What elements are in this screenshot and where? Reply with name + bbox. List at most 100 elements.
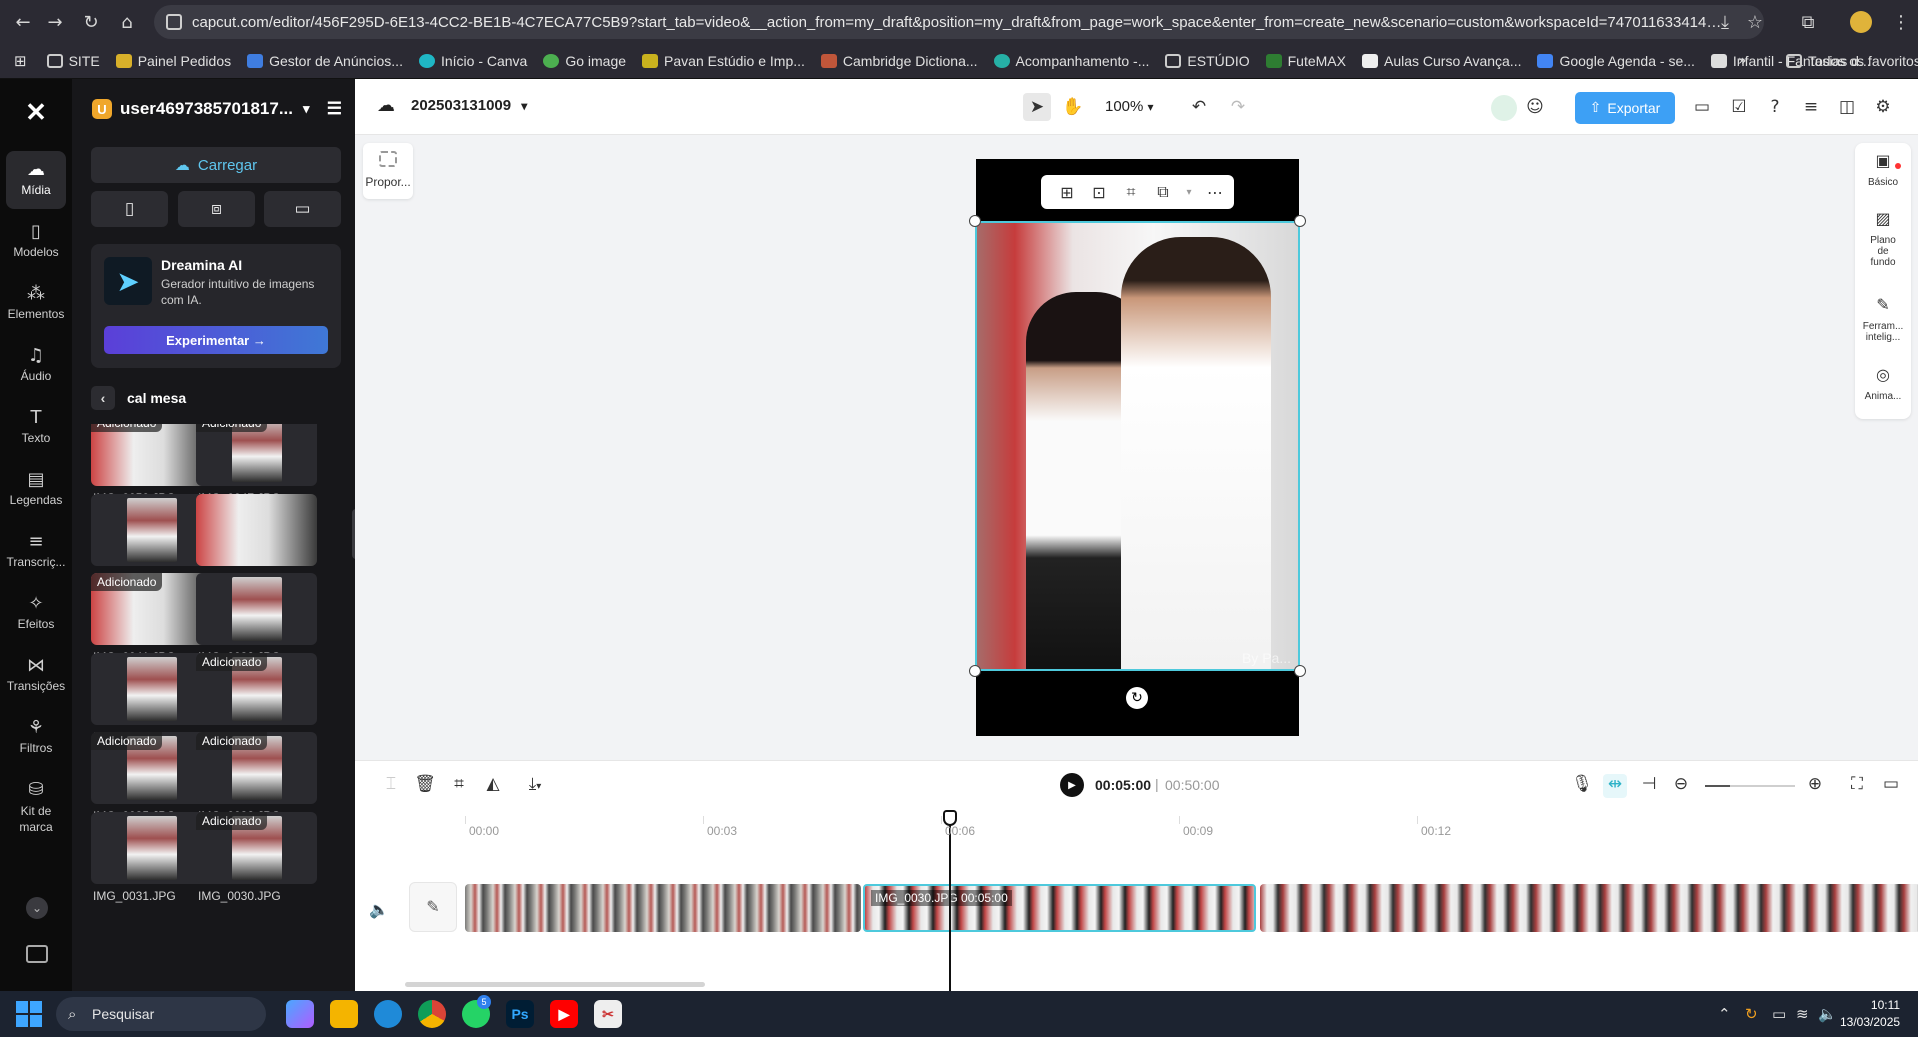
fit-frame-icon[interactable]: ⊡ bbox=[1083, 183, 1115, 202]
rotate-icon[interactable]: ↻ bbox=[1126, 687, 1148, 709]
edit-cover-icon[interactable]: ✎ bbox=[409, 882, 457, 932]
rail-item-elements[interactable]: ⁂ Elementos bbox=[6, 275, 66, 333]
taskbar-search[interactable]: ⌕ Pesquisar bbox=[56, 997, 266, 1031]
bookmark-item[interactable]: FuteMAX bbox=[1265, 53, 1346, 69]
crop-icon[interactable]: ⌗ bbox=[447, 774, 471, 798]
bookmark-item[interactable]: Painel Pedidos bbox=[115, 53, 231, 69]
home-icon[interactable]: ⌂ bbox=[112, 7, 142, 37]
video-preview[interactable]: By Pa... ⊞ ⊡ ⌗ ⧉ ▾ ⋯ ↻ bbox=[969, 159, 1306, 736]
media-thumbnail[interactable] bbox=[91, 493, 212, 566]
play-button[interactable]: ▶ bbox=[1060, 773, 1084, 797]
edge-icon[interactable] bbox=[374, 1000, 402, 1028]
media-thumbnail[interactable] bbox=[196, 493, 317, 566]
prop-background[interactable]: ▨ Plano de fundo bbox=[1855, 211, 1911, 269]
media-thumbnail[interactable]: Adicionado bbox=[91, 732, 212, 804]
media-thumbnail[interactable]: Adicionado bbox=[196, 732, 317, 804]
aspect-ratio-button[interactable]: Propor... bbox=[363, 143, 413, 199]
windows-start-icon[interactable] bbox=[16, 1001, 42, 1027]
bookmark-item[interactable]: SITE bbox=[46, 53, 100, 69]
bookmark-item[interactable]: Pavan Estúdio e Imp... bbox=[642, 53, 805, 69]
reload-icon[interactable]: ↻ bbox=[76, 7, 106, 37]
address-bar[interactable]: capcut.com/editor/456F295D-6E13-4CC2-BE1… bbox=[154, 5, 1764, 39]
capcut-logo[interactable]: ✕ bbox=[22, 97, 50, 127]
zoom-in-icon[interactable]: ⊕ bbox=[1803, 774, 1827, 798]
profile-avatar[interactable] bbox=[1850, 11, 1872, 33]
project-name[interactable]: 202503131009 ▾ bbox=[411, 97, 527, 114]
upload-button[interactable]: ☁ Carregar bbox=[91, 147, 341, 183]
bookmark-item[interactable]: Gestor de Anúncios... bbox=[247, 53, 403, 69]
bookmark-item[interactable]: ESTÚDIO bbox=[1165, 53, 1250, 69]
timeline-zoom-slider[interactable] bbox=[1705, 785, 1795, 787]
replace-image-icon[interactable]: ⊞ bbox=[1051, 183, 1083, 202]
photoshop-icon[interactable]: Ps bbox=[506, 1000, 534, 1028]
youtube-icon[interactable]: ▶ bbox=[550, 1000, 578, 1028]
keyboard-shortcuts-icon[interactable] bbox=[26, 945, 48, 963]
bookmark-item[interactable]: Acompanhamento -... bbox=[993, 53, 1149, 69]
selection-box[interactable] bbox=[975, 221, 1300, 671]
resize-handle[interactable] bbox=[969, 215, 981, 227]
split-scene-icon[interactable]: ⊣ bbox=[1637, 774, 1661, 798]
bookmark-item[interactable]: Go image bbox=[543, 53, 626, 69]
rail-item-captions[interactable]: ▤ Legendas bbox=[6, 461, 66, 519]
system-clock[interactable]: 10:11 13/03/2025 bbox=[1840, 997, 1900, 1031]
crop-icon[interactable]: ⌗ bbox=[1115, 182, 1147, 202]
resize-handle[interactable] bbox=[1294, 665, 1306, 677]
update-icon[interactable]: ↻ bbox=[1745, 1005, 1758, 1023]
checklist-icon[interactable]: ☑ bbox=[1727, 95, 1751, 119]
microphone-icon[interactable]: 🎙 bbox=[1570, 774, 1594, 798]
more-menu-icon[interactable]: ⋮ bbox=[1886, 7, 1916, 37]
media-thumbnail[interactable]: Adicionado bbox=[91, 424, 212, 486]
redo-icon[interactable]: ↷ bbox=[1226, 95, 1250, 119]
collaborator-avatar[interactable] bbox=[1491, 95, 1517, 121]
hand-tool-icon[interactable]: ✋ bbox=[1061, 95, 1085, 119]
rail-item-transcript[interactable]: ≡ Transcriç... bbox=[6, 523, 66, 581]
present-icon[interactable]: ▭ bbox=[1690, 95, 1714, 119]
help-icon[interactable]: ? bbox=[1763, 95, 1787, 119]
flip-icon[interactable]: ◭ bbox=[481, 774, 505, 798]
bookmark-item[interactable]: Google Agenda - se... bbox=[1537, 53, 1695, 69]
chevron-up-icon[interactable]: ⌃ bbox=[1718, 1005, 1731, 1023]
copilot-icon[interactable] bbox=[286, 1000, 314, 1028]
download-icon[interactable]: ⤓▾ bbox=[515, 774, 555, 798]
install-app-icon[interactable]: ⤓ bbox=[1710, 7, 1740, 37]
record-screen-button[interactable]: ▭ bbox=[264, 191, 341, 227]
workspace-switcher[interactable]: U user4697385701817... ▾ ☰ bbox=[92, 95, 342, 123]
zoom-out-icon[interactable]: ⊖ bbox=[1669, 774, 1693, 798]
try-dreamina-button[interactable]: Experimentar → bbox=[104, 326, 328, 354]
zoom-level[interactable]: 100% ▾ bbox=[1105, 98, 1154, 115]
all-favorites[interactable]: Todos os favoritos bbox=[1786, 53, 1918, 69]
layers-icon[interactable]: ≡ bbox=[1799, 95, 1823, 119]
expand-rail-icon[interactable]: ⌄ bbox=[26, 897, 48, 919]
bookmark-star-icon[interactable]: ☆ bbox=[1740, 7, 1770, 37]
wifi-icon[interactable]: ≋ bbox=[1796, 1005, 1809, 1023]
media-thumbnail[interactable] bbox=[196, 573, 317, 645]
resize-handle[interactable] bbox=[1294, 215, 1306, 227]
snipping-tool-icon[interactable]: ✂ bbox=[594, 1000, 622, 1028]
media-thumbnail[interactable]: Adicionado bbox=[196, 652, 317, 725]
more-bookmarks-icon[interactable]: » bbox=[1738, 53, 1747, 69]
mask-icon[interactable]: ⧉ bbox=[1147, 182, 1179, 202]
media-thumbnail[interactable]: Adicionado bbox=[91, 573, 212, 645]
select-tool-icon[interactable]: ➤ bbox=[1023, 93, 1051, 121]
undo-icon[interactable]: ↶ bbox=[1187, 95, 1211, 119]
timeline-clip[interactable] bbox=[465, 884, 861, 932]
fullscreen-icon[interactable]: ⛶ bbox=[1845, 774, 1869, 798]
rail-item-media[interactable]: ☁ Mídia bbox=[6, 151, 66, 209]
resize-handle[interactable] bbox=[969, 665, 981, 677]
bookmark-item[interactable]: Aulas Curso Avança... bbox=[1361, 53, 1521, 69]
record-camera-button[interactable]: ⧈ bbox=[178, 191, 255, 227]
rail-item-templates[interactable]: ▯ Modelos bbox=[6, 213, 66, 271]
prop-animation[interactable]: ◎ Anima... bbox=[1855, 367, 1911, 403]
extensions-icon[interactable]: ⧉ bbox=[1793, 7, 1823, 37]
delete-icon[interactable]: 🗑 bbox=[413, 774, 437, 798]
chevron-down-icon[interactable]: ▾ bbox=[1179, 187, 1199, 198]
layout-icon[interactable]: ◫ bbox=[1835, 95, 1859, 119]
back-icon[interactable]: ‹ bbox=[91, 386, 115, 410]
file-explorer-icon[interactable] bbox=[330, 1000, 358, 1028]
site-info-icon[interactable] bbox=[166, 14, 182, 30]
more-options-icon[interactable]: ⋯ bbox=[1199, 183, 1231, 202]
cloud-sync-icon[interactable]: ☁ bbox=[377, 95, 395, 116]
split-icon[interactable]: ⌶ bbox=[379, 774, 403, 798]
bookmark-item[interactable]: Início - Canva bbox=[418, 53, 527, 69]
media-thumbnail[interactable] bbox=[91, 811, 212, 884]
